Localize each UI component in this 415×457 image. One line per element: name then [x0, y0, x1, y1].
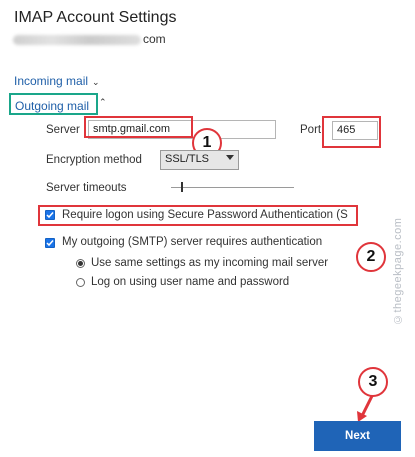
- step-badge-3: 3: [358, 367, 388, 397]
- checkmark-icon: [46, 212, 54, 219]
- encryption-label: Encryption method: [46, 154, 142, 166]
- chevron-up-icon: ⌃: [99, 97, 107, 107]
- port-annotation-box: [322, 116, 381, 148]
- same-settings-label: Use same settings as my incoming mail se…: [91, 257, 329, 269]
- logon-label: Log on using user name and password: [91, 276, 290, 288]
- window-title: IMAP Account Settings: [14, 9, 177, 26]
- encryption-value: SSL/TLS: [165, 153, 210, 165]
- email-domain: com: [143, 32, 166, 46]
- chevron-down-icon: ⌄: [92, 77, 100, 87]
- server-label: Server: [46, 124, 80, 136]
- checkmark-icon: [46, 240, 54, 247]
- timeouts-slider-track[interactable]: [171, 187, 294, 188]
- incoming-mail-toggle[interactable]: Incoming mail ⌄: [14, 72, 100, 90]
- blurred-email: [13, 35, 141, 45]
- watermark-text: ©thegeekpage.com: [392, 217, 404, 325]
- timeouts-slider-thumb[interactable]: [181, 182, 183, 192]
- encryption-select[interactable]: SSL/TLS: [160, 150, 239, 170]
- spa-checkbox[interactable]: [45, 210, 55, 220]
- next-button[interactable]: Next: [314, 421, 401, 451]
- smtp-auth-label: My outgoing (SMTP) server requires authe…: [62, 236, 323, 248]
- logon-radio[interactable]: [76, 278, 85, 287]
- server-annotation-box: [84, 116, 193, 138]
- annotation-arrow-icon: [357, 395, 374, 422]
- same-settings-radio[interactable]: [76, 259, 85, 268]
- step-badge-2: 2: [356, 242, 386, 272]
- timeouts-label: Server timeouts: [46, 182, 127, 194]
- port-label: Port: [300, 124, 322, 136]
- smtp-auth-checkbox[interactable]: [45, 238, 55, 248]
- spa-label: Require logon using Secure Password Auth…: [62, 209, 348, 221]
- outgoing-mail-toggle[interactable]: Outgoing mail: [15, 97, 89, 115]
- incoming-mail-label: Incoming mail: [14, 74, 89, 88]
- dropdown-caret-icon: [226, 155, 234, 160]
- outgoing-mail-label: Outgoing mail: [15, 99, 90, 113]
